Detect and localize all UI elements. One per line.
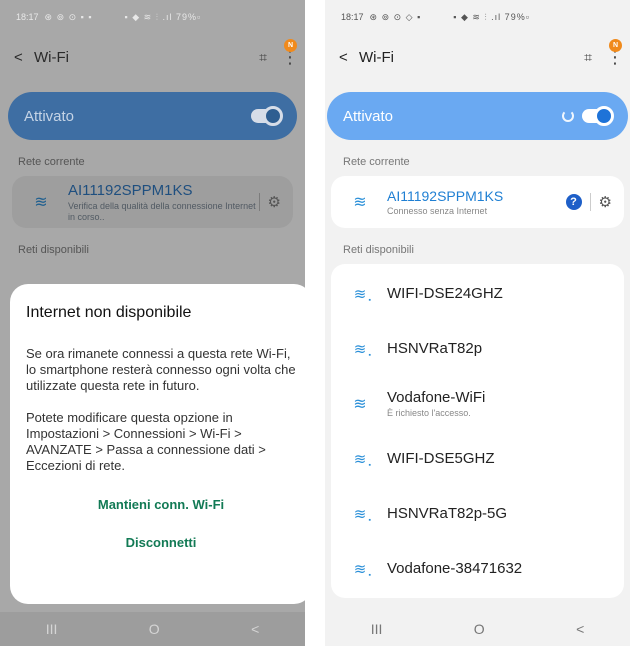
- current-network-card[interactable]: ≋ AI11192SPPM1KS Verifica della qualità …: [12, 176, 293, 228]
- secured-wifi-icon: ≋ ▪: [353, 285, 371, 304]
- gear-icon[interactable]: ⚙: [599, 193, 612, 211]
- recents-button[interactable]: III: [371, 621, 383, 637]
- network-row[interactable]: ≋ ▪ HSNVRaT82p: [331, 321, 624, 376]
- network-text: HSNVRaT82p-5G: [377, 505, 612, 522]
- network-subtitle: È richiesto l'accesso.: [387, 408, 471, 418]
- right-screen: 18:17 ⊛ ⊚ ⊙ ◇ ▪ ▪ ◆ ≋ ⫶ .ıl 79%▫ < Wi-Fi…: [325, 0, 630, 646]
- divider: [258, 193, 260, 211]
- current-network-text: AI11192SPPM1KS Connesso senza Internet: [377, 188, 566, 216]
- current-network-row[interactable]: ≋ AI11192SPPM1KS Connesso senza Internet…: [331, 176, 624, 228]
- current-network-status: Connesso senza Internet: [387, 206, 488, 216]
- wifi-icon: ≋: [34, 194, 48, 211]
- internet-unavailable-dialog: Internet non disponibile Se ora rimanete…: [10, 284, 305, 604]
- status-icons: ⊛ ⊚ ⊙ ◇ ▪: [369, 11, 422, 22]
- wifi-toggle-bar[interactable]: Attivato: [327, 92, 628, 140]
- switch-knob: [263, 106, 283, 126]
- navigation-bar: III O <: [325, 612, 630, 646]
- toggle-label: Attivato: [343, 107, 394, 125]
- network-text: WIFI-DSE24GHZ: [377, 285, 612, 302]
- network-row[interactable]: ≋ ▪ WIFI-DSE24GHZ: [331, 266, 624, 321]
- back-arrow-icon[interactable]: <: [339, 49, 359, 66]
- current-network-name: AI11192SPPM1KS: [387, 188, 504, 204]
- network-row[interactable]: ≋ ▪ WIFI-DSE5GHZ: [331, 431, 624, 486]
- notification-badge: N: [284, 38, 297, 52]
- home-button[interactable]: O: [149, 621, 160, 637]
- network-text: WIFI-DSE5GHZ: [377, 450, 612, 467]
- available-networks-section-label: Reti disponibili: [18, 244, 89, 256]
- toggle-label: Attivato: [24, 107, 75, 125]
- recents-button[interactable]: III: [46, 621, 58, 637]
- dialog-body-paragraph-1: Se ora rimanete connessi a questa rete W…: [26, 346, 296, 393]
- switch-knob: [594, 106, 614, 126]
- wifi-toggle-bar[interactable]: Attivato: [8, 92, 297, 140]
- back-arrow-icon[interactable]: <: [14, 49, 34, 66]
- secured-wifi-icon: ≋ ▪: [353, 450, 371, 469]
- available-networks-section-label: Reti disponibili: [343, 244, 414, 256]
- app-header: < Wi-Fi ⌗ ⋮ N: [325, 34, 630, 80]
- wifi-icon: ≋: [353, 194, 367, 211]
- status-icons: ⊛ ⊚ ⊙ ▪ ▪: [44, 11, 93, 22]
- notification-badge: N: [609, 38, 622, 52]
- app-header: < Wi-Fi ⌗ ⋮ N: [0, 34, 305, 80]
- current-network-section-label: Rete corrente: [18, 156, 85, 168]
- status-right-icons: ▪ ◆ ≋ ⫶ .ıl 79%▫: [453, 11, 530, 22]
- network-name: HSNVRaT82p: [387, 340, 483, 357]
- status-bar: 18:17 ⊛ ⊚ ⊙ ▪ ▪ ▪ ◆ ≋ ⫶ .ıl 79%▫: [0, 0, 305, 34]
- network-text: Vodafone-WiFi È richiesto l'accesso.: [377, 389, 612, 418]
- loading-spinner-icon: [562, 110, 574, 122]
- current-network-status: Verifica della qualità della connessione…: [68, 200, 256, 222]
- status-bar: 18:17 ⊛ ⊚ ⊙ ◇ ▪ ▪ ◆ ≋ ⫶ .ıl 79%▫: [325, 0, 630, 34]
- more-menu-icon[interactable]: ⋮ N: [606, 38, 624, 68]
- current-network-text: AI11192SPPM1KS Verifica della qualità de…: [58, 182, 259, 223]
- network-text: Vodafone-38471632: [377, 560, 612, 577]
- divider: [589, 193, 591, 211]
- dialog-body-paragraph-2: Potete modificare questa opzione in Impo…: [26, 410, 266, 473]
- network-row[interactable]: ≋ ▪ HSNVRaT82p-5G: [331, 486, 624, 541]
- network-row[interactable]: ≋ ▪ Vodafone-38471632: [331, 541, 624, 596]
- wifi-switch[interactable]: [251, 106, 283, 126]
- dialog-title: Internet non disponibile: [26, 304, 192, 321]
- secured-wifi-icon: ≋ ▪: [353, 505, 371, 524]
- status-time: 18:17: [341, 12, 364, 22]
- left-screen: 18:17 ⊛ ⊚ ⊙ ▪ ▪ ▪ ◆ ≋ ⫶ .ıl 79%▫ < Wi-Fi…: [0, 0, 305, 646]
- qr-scan-icon[interactable]: ⌗: [584, 49, 592, 66]
- gear-icon[interactable]: ⚙: [268, 193, 281, 211]
- network-name: WIFI-DSE24GHZ: [387, 285, 503, 302]
- keep-wifi-button[interactable]: Mantieni conn. Wi-Fi: [26, 490, 296, 520]
- current-network-card[interactable]: ≋ AI11192SPPM1KS Connesso senza Internet…: [331, 176, 624, 228]
- wifi-switch[interactable]: [582, 106, 614, 126]
- back-button[interactable]: <: [576, 621, 584, 637]
- current-network-row[interactable]: ≋ AI11192SPPM1KS Verifica della qualità …: [12, 176, 293, 228]
- network-row[interactable]: ≋ Vodafone-WiFi È richiesto l'accesso.: [331, 376, 624, 431]
- page-title: Wi-Fi: [34, 48, 69, 66]
- secured-wifi-icon: ≋ ▪: [353, 560, 371, 579]
- help-icon[interactable]: ?: [565, 194, 582, 210]
- page-title: Wi-Fi: [359, 48, 394, 66]
- available-networks-list: ≋ ▪ WIFI-DSE24GHZ ≋ ▪ HSNVRaT82p ≋ Vodafon…: [331, 264, 624, 598]
- qr-scan-icon[interactable]: ⌗: [259, 49, 267, 66]
- more-menu-icon[interactable]: ⋮ N: [281, 38, 299, 68]
- network-name: WIFI-DSE5GHZ: [387, 450, 495, 467]
- current-network-section-label: Rete corrente: [343, 156, 410, 168]
- status-right-icons: ▪ ◆ ≋ ⫶ .ıl 79%▫: [124, 11, 202, 22]
- status-time: 18:17: [16, 12, 39, 22]
- disconnect-button[interactable]: Disconnetti: [26, 528, 296, 558]
- network-name: Vodafone-38471632: [387, 560, 523, 577]
- home-button[interactable]: O: [474, 621, 485, 637]
- open-wifi-icon: ≋: [353, 395, 367, 413]
- navigation-bar: III O <: [0, 612, 305, 646]
- network-name: Vodafone-WiFi: [387, 389, 486, 406]
- secured-wifi-icon: ≋ ▪: [353, 340, 371, 359]
- back-button[interactable]: <: [251, 621, 259, 637]
- network-text: HSNVRaT82p: [377, 340, 612, 357]
- network-name: HSNVRaT82p-5G: [387, 505, 508, 522]
- current-network-name: AI11192SPPM1KS: [68, 181, 193, 199]
